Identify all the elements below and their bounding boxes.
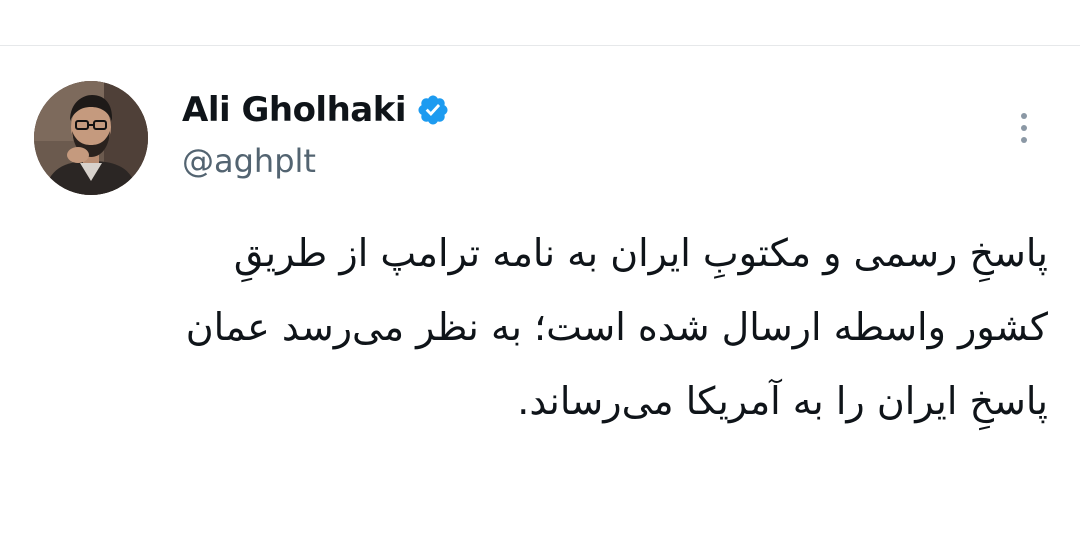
tweet-text-line: پاسخِ رسمی و مکتوبِ ایران به نامه ترامپ … (233, 231, 1048, 275)
tweet-text-line: پاسخِ ایران را به آمریکا می‌رساند. (517, 379, 1048, 423)
author-handle[interactable]: @aghplt (182, 142, 316, 180)
tweet: Ali Gholhaki @aghplt پاسخِ رسمی و مکتوبِ… (0, 46, 1080, 551)
author-name[interactable]: Ali Gholhaki (182, 90, 407, 130)
tweet-text-line: کشور واسطه ارسال شده است؛ به نظر می‌رسد … (185, 305, 1048, 349)
more-vertical-icon (1021, 125, 1027, 131)
avatar[interactable] (34, 81, 148, 195)
more-vertical-icon (1021, 137, 1027, 143)
author-name-row: Ali Gholhaki (182, 86, 450, 134)
tweet-text: پاسخِ رسمی و مکتوبِ ایران به نامه ترامپ … (88, 216, 1048, 438)
verified-badge-icon (418, 95, 448, 125)
more-options-button[interactable] (1004, 106, 1044, 150)
avatar-image (34, 81, 148, 195)
more-vertical-icon (1021, 113, 1027, 119)
